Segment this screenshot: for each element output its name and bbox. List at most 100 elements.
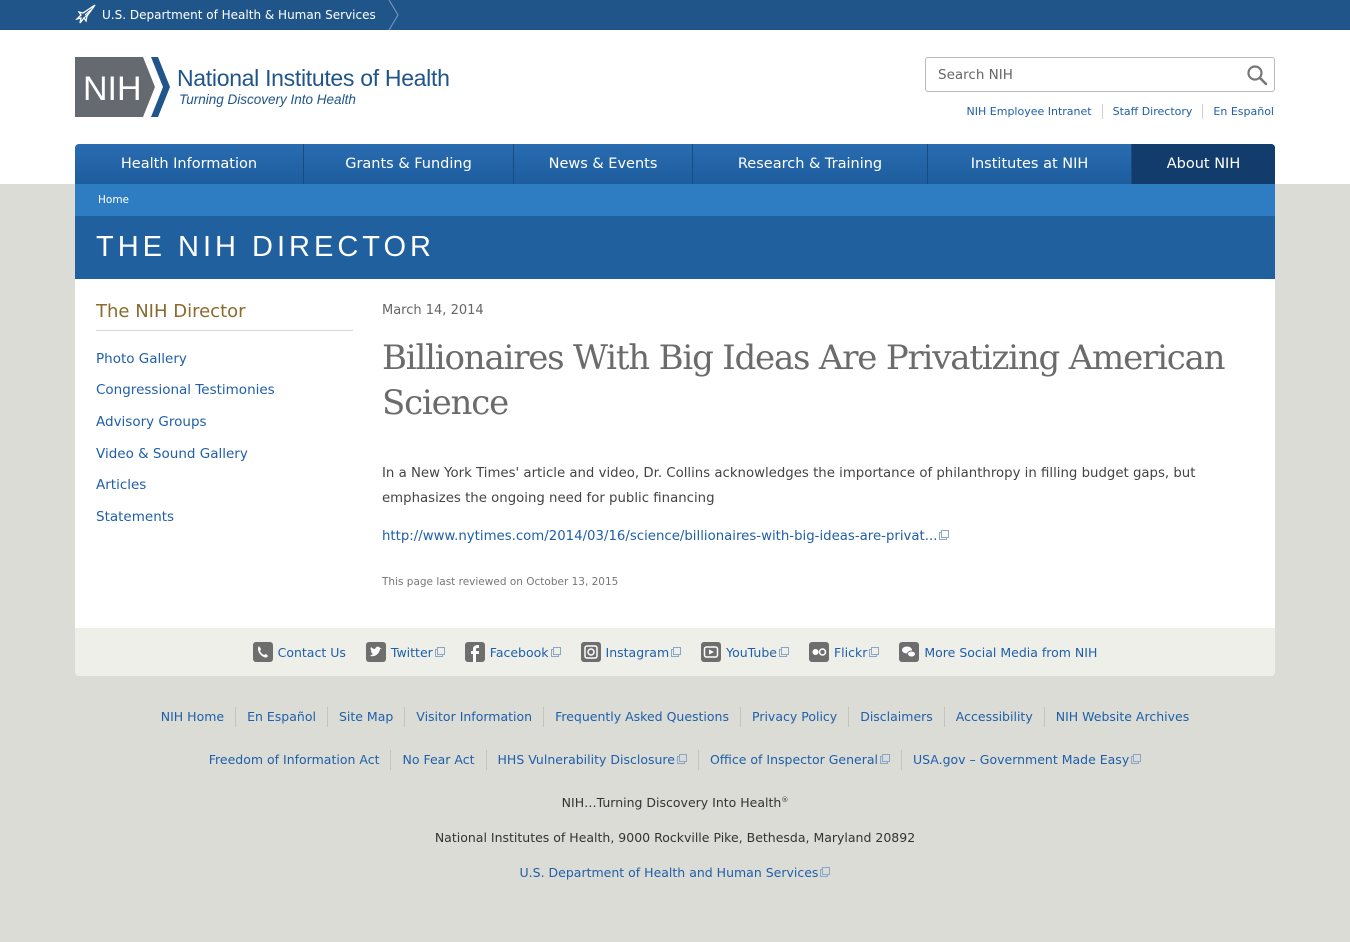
facebook-link[interactable]: Facebook: [464, 642, 561, 662]
nav-news-events[interactable]: News & Events: [514, 144, 693, 184]
more-social-media-link[interactable]: More Social Media from NIH: [899, 642, 1097, 662]
footer-en-espanol[interactable]: En Español: [235, 707, 327, 727]
article-date: March 14, 2014: [382, 303, 484, 318]
external-link-icon: [676, 754, 687, 764]
sidebar-link[interactable]: Advisory Groups: [96, 414, 207, 430]
sidebar-link[interactable]: Video & Sound Gallery: [96, 446, 248, 462]
footer-hhs-label: U.S. Department of Health and Human Serv…: [519, 865, 819, 880]
nav-about-nih[interactable]: About NIH: [1132, 144, 1275, 184]
footer-hhs-link[interactable]: U.S. Department of Health and Human Serv…: [520, 865, 831, 880]
sidebar-item-video-sound-gallery: Video & Sound Gallery: [96, 438, 353, 470]
footer-disclaimers[interactable]: Disclaimers: [848, 707, 944, 727]
youtube-icon: [701, 642, 722, 662]
phone-icon: [252, 642, 273, 662]
main-content: The NIH Director Photo Gallery Congressi…: [75, 279, 1275, 628]
search-icon[interactable]: [1246, 64, 1268, 86]
staff-directory-link[interactable]: Staff Directory: [1101, 104, 1203, 119]
sidebar-list: Photo Gallery Congressional Testimonies …: [96, 343, 353, 533]
footer-faq[interactable]: Frequently Asked Questions: [543, 707, 740, 727]
footer-tagline: NIH…Turning Discovery Into Health®: [0, 795, 1350, 810]
external-link-icon: [671, 647, 682, 657]
sidebar: The NIH Director Photo Gallery Congressi…: [96, 301, 353, 533]
article: March 14, 2014 Billionaires With Big Ide…: [382, 303, 1262, 588]
external-link-icon: [939, 530, 950, 540]
contact-us-link[interactable]: Contact Us: [252, 642, 346, 662]
hhs-bar: U.S. Department of Health & Human Servic…: [0, 0, 1350, 30]
page-title-band: THE NIH DIRECTOR: [75, 216, 1275, 279]
flickr-link[interactable]: Flickr: [808, 642, 880, 662]
instagram-link[interactable]: Instagram: [580, 642, 682, 662]
nav-health-information[interactable]: Health Information: [75, 144, 304, 184]
nav-institutes-at-nih[interactable]: Institutes at NIH: [928, 144, 1132, 184]
footer-accessibility[interactable]: Accessibility: [943, 707, 1044, 727]
twitter-icon: [365, 642, 386, 662]
hhs-link[interactable]: U.S. Department of Health & Human Servic…: [75, 0, 400, 30]
sidebar-title: The NIH Director: [96, 301, 353, 331]
social-label: Facebook: [489, 644, 549, 660]
chevron-right-icon: [388, 0, 399, 30]
nih-logo-mark: NIH: [75, 57, 170, 117]
footer-privacy-policy[interactable]: Privacy Policy: [740, 707, 848, 727]
search-input[interactable]: [926, 58, 1246, 91]
external-link-icon: [434, 647, 445, 657]
external-link-icon: [1131, 754, 1142, 764]
twitter-link[interactable]: Twitter: [365, 642, 445, 662]
sidebar-item-statements: Statements: [96, 501, 353, 533]
breadcrumb-home[interactable]: Home: [98, 194, 129, 206]
footer-address: National Institutes of Health, 9000 Rock…: [434, 830, 916, 845]
footer-link-label: Office of Inspector General: [709, 752, 878, 767]
sidebar-item-photo-gallery: Photo Gallery: [96, 343, 353, 375]
footer-hhs: U.S. Department of Health and Human Serv…: [0, 865, 1350, 880]
footer-hhs-vulnerability[interactable]: HHS Vulnerability Disclosure: [485, 750, 698, 770]
external-link-icon: [550, 647, 561, 657]
chat-bubbles-icon: [899, 642, 920, 662]
employee-intranet-link[interactable]: NIH Employee Intranet: [957, 104, 1102, 119]
main-nav: Health Information Grants & Funding News…: [75, 144, 1275, 184]
en-espanol-link[interactable]: En Español: [1202, 104, 1274, 119]
footer-links-primary: NIH Home En Español Site Map Visitor Inf…: [0, 707, 1350, 727]
sidebar-link[interactable]: Congressional Testimonies: [96, 382, 275, 398]
trademark-symbol: ®: [781, 795, 789, 804]
article-external-link[interactable]: http://www.nytimes.com/2014/03/16/scienc…: [382, 529, 1262, 544]
footer-inspector-general[interactable]: Office of Inspector General: [697, 750, 901, 770]
footer-usa-gov[interactable]: USA.gov – Government Made Easy: [900, 750, 1152, 770]
social-label: Flickr: [833, 644, 868, 660]
footer-links-secondary: Freedom of Information Act No Fear Act H…: [0, 750, 1350, 770]
sidebar-item-congressional-testimonies: Congressional Testimonies: [96, 375, 353, 407]
footer-visitor-information[interactable]: Visitor Information: [404, 707, 543, 727]
sidebar-item-advisory-groups: Advisory Groups: [96, 406, 353, 438]
sidebar-link[interactable]: Photo Gallery: [96, 351, 187, 367]
nav-grants-funding[interactable]: Grants & Funding: [304, 144, 514, 184]
social-bar: Contact Us Twitter Facebook Instagram Yo…: [75, 628, 1275, 676]
social-label: Contact Us: [277, 644, 346, 660]
nih-logo[interactable]: NIH National Institutes of Health Turnin…: [75, 57, 450, 117]
social-label: More Social Media from NIH: [924, 644, 1098, 660]
article-link-text: http://www.nytimes.com/2014/03/16/scienc…: [382, 529, 938, 544]
external-link-icon: [820, 867, 831, 877]
footer-link-label: USA.gov – Government Made Easy: [912, 752, 1130, 767]
footer-link-label: HHS Vulnerability Disclosure: [497, 752, 675, 767]
hhs-label: U.S. Department of Health & Human Servic…: [102, 8, 376, 22]
article-summary: In a New York Times' article and video, …: [382, 466, 1196, 506]
footer-site-map[interactable]: Site Map: [326, 707, 404, 727]
logo-title: National Institutes of Health: [177, 65, 450, 91]
sidebar-item-articles: Articles: [96, 469, 353, 501]
footer-website-archives[interactable]: NIH Website Archives: [1043, 707, 1201, 727]
facebook-icon: [464, 642, 485, 662]
nav-research-training[interactable]: Research & Training: [693, 144, 928, 184]
sidebar-link[interactable]: Statements: [96, 509, 174, 525]
breadcrumb: Home: [75, 184, 1275, 216]
sidebar-link[interactable]: Articles: [96, 477, 146, 493]
external-link-icon: [778, 647, 789, 657]
hhs-eagle-icon: [75, 4, 96, 24]
footer-nih-home[interactable]: NIH Home: [150, 707, 235, 727]
article-headline: Billionaires With Big Ideas Are Privatiz…: [382, 338, 1226, 423]
footer-foia[interactable]: Freedom of Information Act: [198, 750, 391, 770]
instagram-icon: [580, 642, 601, 662]
last-reviewed: This page last reviewed on October 13, 2…: [382, 576, 619, 588]
footer-no-fear-act[interactable]: No Fear Act: [390, 750, 485, 770]
social-label: Instagram: [605, 644, 670, 660]
flickr-icon: [808, 642, 829, 662]
social-label: Twitter: [390, 644, 433, 660]
youtube-link[interactable]: YouTube: [701, 642, 789, 662]
